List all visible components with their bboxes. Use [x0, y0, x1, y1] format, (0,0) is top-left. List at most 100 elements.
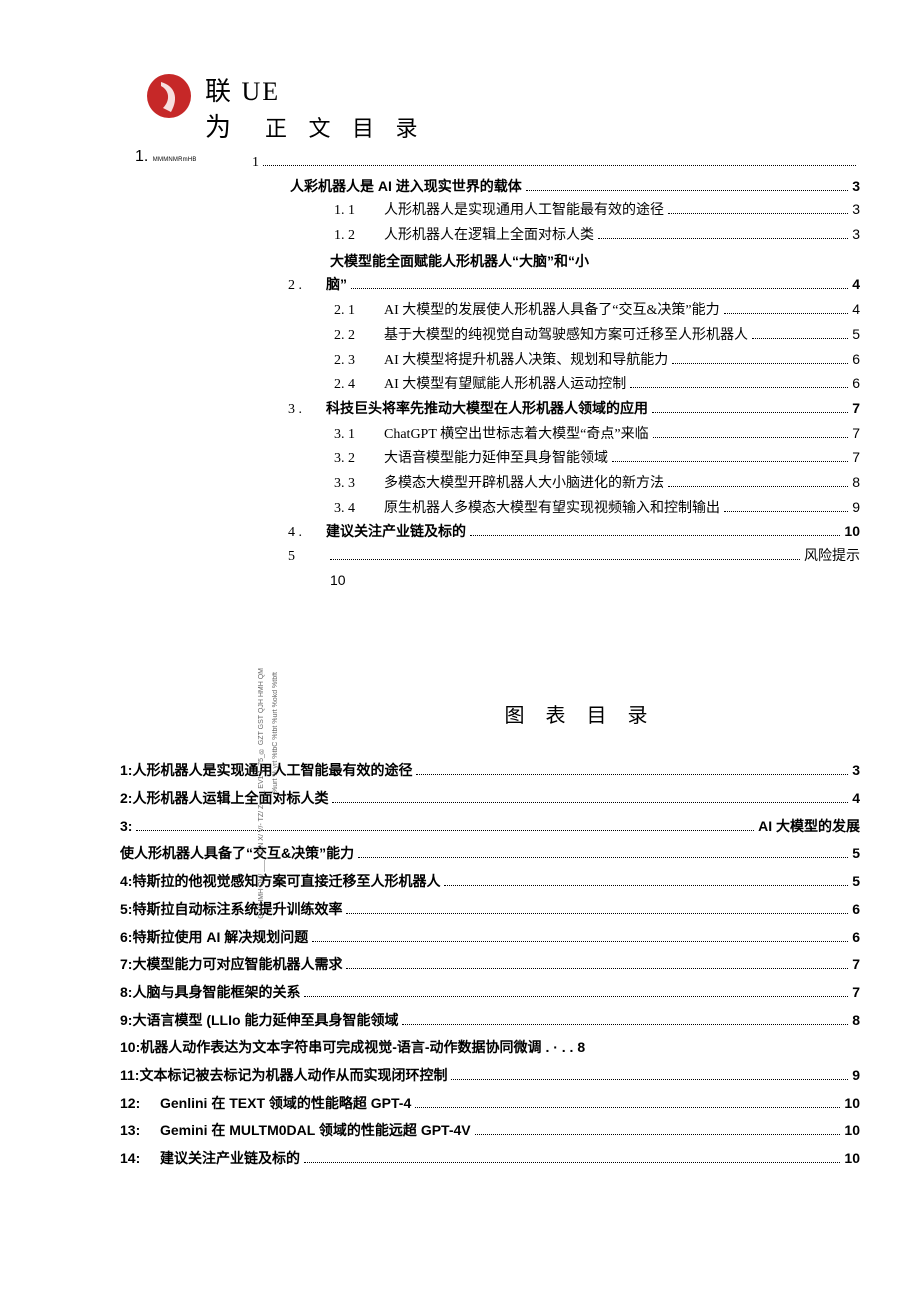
p: 10	[844, 521, 860, 543]
fig-7: 7: 大模型能力可对应智能机器人需求 7	[120, 954, 860, 976]
t: Gemini 在 MULTM0DAL 领域的性能远超 GPT-4V	[160, 1120, 471, 1142]
num: 3. 1	[330, 424, 384, 446]
s2-head-b: 2 . 脑” 4	[288, 274, 860, 297]
leader	[312, 941, 848, 942]
t: 建议关注产业链及标的	[160, 1148, 300, 1170]
p: 6	[852, 349, 860, 371]
intro-pg: 1	[252, 152, 259, 174]
fig-13: 13: Gemini 在 MULTM0DAL 领域的性能远超 GPT-4V 10	[120, 1120, 860, 1142]
p: 10	[844, 1120, 860, 1142]
n: 5:	[120, 899, 132, 921]
t: AI 大模型的发展使人形机器人具备了“交互&决策”能力	[384, 300, 720, 322]
p: 4	[852, 274, 860, 296]
t: 多模态大模型开辟机器人大小脑进化的新方法	[384, 473, 664, 495]
s1-head: 人彩机器人是 AI 进入现实世界的载体 3	[290, 176, 860, 198]
fig-6: 6: 特斯拉使用 AI 解决规划问题 6	[120, 927, 860, 949]
fig-8: 8: 人脑与具身智能框架的关系 7	[120, 982, 860, 1004]
n: 8:	[120, 982, 132, 1004]
leader	[358, 857, 848, 858]
n: 1:	[120, 760, 132, 782]
t: 人形机器人在逻辑上全面对标人类	[384, 225, 594, 247]
figs-toc: 1: 人形机器人是实现通用人工智能最有效的途径 3 2: 人形机器人运辑上全面对…	[120, 760, 860, 1169]
leader	[752, 338, 848, 339]
fig-9: 9: 大语言模型 (LLIo 能力延伸至具身智能领域 8	[120, 1010, 860, 1032]
fig-14: 14: 建议关注产业链及标的 10	[120, 1148, 860, 1170]
s2-head-a: 大模型能全面赋能人形机器人“大脑”和“小	[330, 251, 860, 273]
s3-i2: 3. 2 大语音模型能力延伸至具身智能领域 7	[330, 447, 860, 470]
watermark-a: %urt % yrt %tbC %tbt %urt %okd %tbft	[272, 672, 286, 793]
num: 2. 1	[330, 300, 384, 322]
t: 人脑与具身智能框架的关系	[132, 982, 300, 1004]
t: AI 大模型有望赋能人形机器人运动控制	[384, 374, 626, 396]
p: 3	[852, 224, 860, 246]
n: 9:	[120, 1010, 132, 1032]
leader	[136, 830, 754, 831]
section-1-marker: 1. MMMNMRmHB	[135, 145, 197, 170]
num: 3. 4	[330, 498, 384, 520]
n: 14:	[120, 1148, 160, 1170]
n: 6:	[120, 927, 132, 949]
s1-i1: 1. 1 人形机器人是实现通用人工智能最有效的途径 3	[330, 199, 860, 222]
n: 12:	[120, 1093, 160, 1115]
page: 联 UE 为 正 文 目 录 1. MMMNMRmHB 1 人彩机器人是 AI …	[0, 0, 920, 1301]
s1-title: 人彩机器人是 AI 进入现实世界的载体	[290, 176, 522, 198]
leader	[672, 363, 848, 364]
s4-num: 4 .	[288, 522, 326, 544]
t: 使人形机器人具备了“交互&决策”能力	[120, 843, 354, 865]
t: 特斯拉的他视觉感知方案可直接迁移至人形机器人	[132, 871, 440, 893]
s3-head: 3 . 科技巨头将率先推动大模型在人形机器人领域的应用 7	[288, 398, 860, 421]
p: 5	[852, 871, 860, 893]
n: 2:	[120, 788, 132, 810]
s3-i1: 3. 1 ChatGPT 横空出世标志着大模型“奇点”来临 7	[330, 423, 860, 446]
p: 5	[852, 324, 860, 346]
leader	[612, 461, 848, 462]
s2-i4: 2. 4 AI 大模型有望赋能人形机器人运动控制 6	[330, 373, 860, 396]
p: 7	[852, 423, 860, 445]
toc-title: 正 文 目 录	[265, 112, 426, 146]
leader	[402, 1024, 848, 1025]
t: AI 大模型将提升机器人决策、规划和导航能力	[384, 350, 668, 372]
leader	[470, 535, 840, 536]
s2-i1: 2. 1 AI 大模型的发展使人形机器人具备了“交互&决策”能力 4	[330, 299, 860, 322]
leader	[304, 1162, 840, 1163]
fig-10: 10: 机器人动作表达为文本字符串可完成视觉-语言-动作数据协同微调 . · .…	[120, 1037, 860, 1059]
t: 大模型能力可对应智能机器人需求	[132, 954, 342, 976]
t: 大语言模型 (LLIo 能力延伸至具身智能领域	[132, 1010, 398, 1032]
num: 1. 1	[330, 200, 384, 222]
s3-num: 3 .	[288, 399, 326, 421]
fig-3b: 使人形机器人具备了“交互&决策”能力 5	[120, 843, 860, 865]
leader	[263, 165, 856, 166]
t: 人形机器人运辑上全面对标人类	[132, 788, 328, 810]
leader	[346, 968, 848, 969]
leader	[724, 313, 849, 314]
leader	[351, 288, 848, 289]
s2-i3: 2. 3 AI 大模型将提升机器人决策、规划和导航能力 6	[330, 349, 860, 372]
watermark-b: GX/ HMH QM/ ___ TZ N X/ V/- TZ/ Z-___ EV…	[258, 668, 272, 919]
brand-line2: 为	[205, 108, 231, 148]
p: 6	[852, 899, 860, 921]
fig-3a: 3: AI 大模型的发展	[120, 816, 860, 838]
p: 7	[852, 447, 860, 469]
intro-row: 1	[252, 152, 860, 174]
n: 4:	[120, 871, 132, 893]
leader	[444, 885, 848, 886]
p: 7	[852, 982, 860, 1004]
s2-title-a: 大模型能全面赋能人形机器人“大脑”和“小	[330, 251, 589, 273]
logo	[145, 72, 193, 120]
p: 7	[852, 954, 860, 976]
text-toc: 1 人彩机器人是 AI 进入现实世界的载体 3 1. 1 人形机器人是实现通用人…	[120, 152, 860, 1170]
leader	[415, 1107, 840, 1108]
s2-title-b: 脑”	[326, 274, 347, 296]
num: 1. 2	[330, 225, 384, 247]
t: 人形机器人是实现通用人工智能最有效的途径	[384, 200, 664, 222]
leader	[598, 238, 848, 239]
p: 3	[852, 760, 860, 782]
num-1: 1.	[135, 148, 148, 165]
fig-5: 5: 特斯拉自动标注系统提升训练效率 6	[120, 899, 860, 921]
t: 特斯拉使用 AI 解决规划问题	[132, 927, 308, 949]
s5-tail: 风险提示	[804, 546, 860, 568]
n: 7:	[120, 954, 132, 976]
leader	[416, 774, 848, 775]
s3-i3: 3. 3 多模态大模型开辟机器人大小脑进化的新方法 8	[330, 472, 860, 495]
leader	[526, 190, 848, 191]
